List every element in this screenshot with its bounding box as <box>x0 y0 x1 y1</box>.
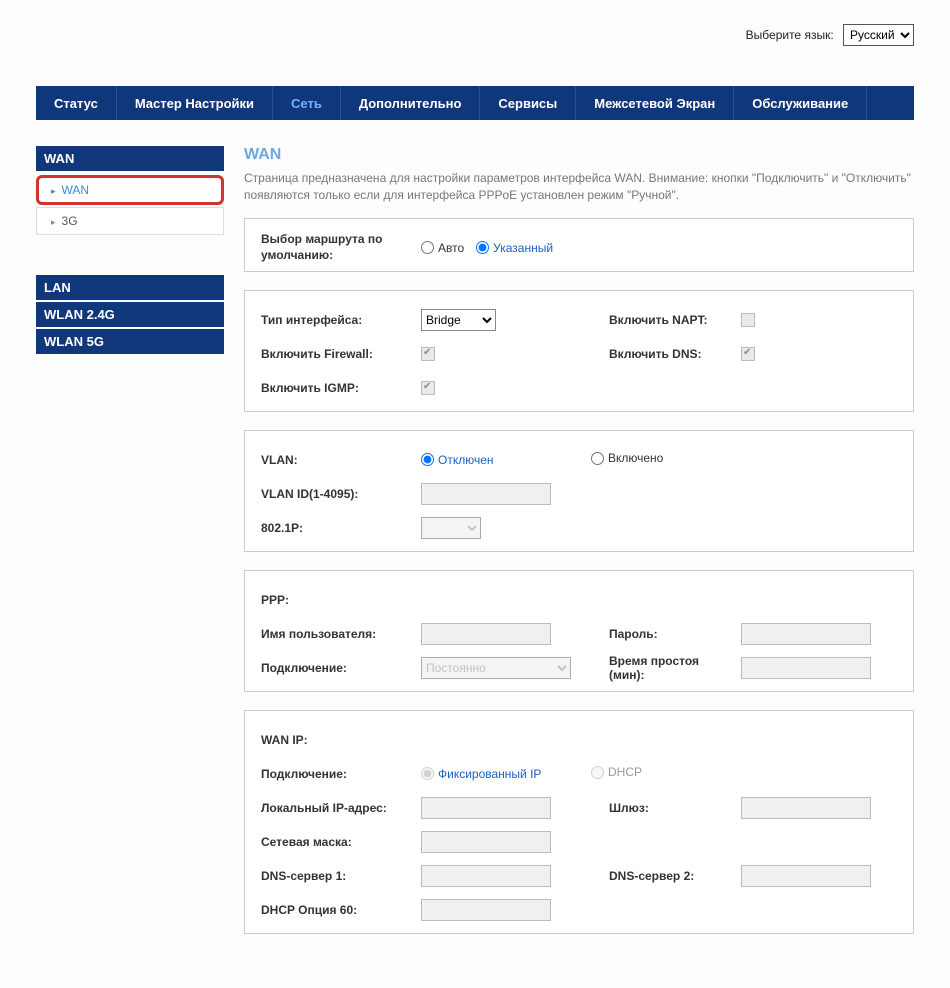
ppp-idle-label: Время простоя (мин): <box>591 654 741 682</box>
route-auto-option[interactable]: Авто <box>421 241 464 255</box>
sidebar-group-wan[interactable]: WAN <box>36 146 224 173</box>
napt-label: Включить NAPT: <box>591 313 741 327</box>
wanip-conn-label: Подключение: <box>261 767 421 781</box>
wanip-dns1-label: DNS-сервер 1: <box>261 869 421 883</box>
vlan-off-radio[interactable] <box>421 453 434 466</box>
route-auto-radio[interactable] <box>421 241 434 254</box>
ppp-conn-select: Постоянно <box>421 657 571 679</box>
wanip-dhcp60-label: DHCP Опция 60: <box>261 903 421 917</box>
default-route-label: Выбор маршрута по умолчанию: <box>261 232 421 263</box>
napt-checkbox <box>741 313 755 327</box>
wanip-dns1-input <box>421 865 551 887</box>
main-content: WAN Страница предназначена для настройки… <box>244 146 914 952</box>
sidebar-item-3g[interactable]: 3G <box>36 207 224 235</box>
wanip-gw-input <box>741 797 871 819</box>
route-specified-option[interactable]: Указанный <box>476 241 553 255</box>
sidebar-group-wlan24[interactable]: WLAN 2.4G <box>36 302 224 329</box>
sidebar-item-label: 3G <box>62 214 78 228</box>
wanip-mask-label: Сетевая маска: <box>261 835 421 849</box>
wanip-fixed-radio <box>421 767 434 780</box>
tab-status[interactable]: Статус <box>36 86 117 120</box>
iface-type-label: Тип интерфейса: <box>261 313 421 327</box>
panel-interface: Тип интерфейса: Bridge Включить NAPT: Вк… <box>244 290 914 412</box>
wanip-local-label: Локальный IP-адрес: <box>261 801 421 815</box>
ppp-pass-input <box>741 623 871 645</box>
sidebar-item-wan[interactable]: WAN <box>36 175 224 205</box>
firewall-label: Включить Firewall: <box>261 347 421 361</box>
igmp-checkbox <box>421 381 435 395</box>
p8021-label: 802.1P: <box>261 521 421 535</box>
ppp-user-label: Имя пользователя: <box>261 627 421 641</box>
vlan-label: VLAN: <box>261 453 421 467</box>
wanip-dns2-label: DNS-сервер 2: <box>591 869 741 883</box>
page-title: WAN <box>244 146 914 164</box>
tab-advanced[interactable]: Дополнительно <box>341 86 481 120</box>
tab-wizard[interactable]: Мастер Настройки <box>117 86 273 120</box>
ppp-user-input <box>421 623 551 645</box>
tab-firewall[interactable]: Межсетевой Экран <box>576 86 734 120</box>
language-select[interactable]: Русский <box>843 24 914 46</box>
wanip-header: WAN IP: <box>261 733 421 747</box>
vlan-id-label: VLAN ID(1-4095): <box>261 487 421 501</box>
ppp-label: PPP: <box>261 593 421 607</box>
vlan-on-option[interactable]: Включено <box>591 451 663 465</box>
dns-label: Включить DNS: <box>591 347 741 361</box>
vlan-off-option[interactable]: Отключен <box>421 453 494 467</box>
igmp-label: Включить IGMP: <box>261 381 421 395</box>
top-nav: Статус Мастер Настройки Сеть Дополнитель… <box>36 86 914 120</box>
firewall-checkbox <box>421 347 435 361</box>
tab-services[interactable]: Сервисы <box>480 86 576 120</box>
ppp-idle-input <box>741 657 871 679</box>
page-description: Страница предназначена для настройки пар… <box>244 170 914 204</box>
vlan-on-radio[interactable] <box>591 452 604 465</box>
wanip-fixed-option: Фиксированный IP <box>421 767 541 781</box>
ppp-conn-label: Подключение: <box>261 661 421 675</box>
route-specified-radio[interactable] <box>476 241 489 254</box>
language-bar: Выберите язык: Русский <box>36 24 914 46</box>
panel-vlan: VLAN: Отключен Включено VLAN ID(1-4095): <box>244 430 914 552</box>
panel-default-route: Выбор маршрута по умолчанию: Авто Указан… <box>244 218 914 272</box>
wanip-dhcp-radio <box>591 766 604 779</box>
sidebar-group-lan[interactable]: LAN <box>36 275 224 302</box>
wanip-dhcp60-input <box>421 899 551 921</box>
wanip-local-input <box>421 797 551 819</box>
wanip-dns2-input <box>741 865 871 887</box>
wanip-dhcp-option: DHCP <box>591 765 642 779</box>
sidebar: WAN WAN 3G LAN WLAN 2.4G WLAN 5G <box>36 146 224 952</box>
tab-network[interactable]: Сеть <box>273 86 341 120</box>
iface-type-select[interactable]: Bridge <box>421 309 496 331</box>
wanip-mask-input <box>421 831 551 853</box>
panel-wanip: WAN IP: Подключение: Фиксированный IP DH… <box>244 710 914 934</box>
panel-ppp: PPP: Имя пользователя: Пароль: Подключен… <box>244 570 914 692</box>
wanip-gw-label: Шлюз: <box>591 801 741 815</box>
sidebar-group-wlan5[interactable]: WLAN 5G <box>36 329 224 356</box>
sidebar-item-label: WAN <box>62 183 90 197</box>
ppp-pass-label: Пароль: <box>591 627 741 641</box>
p8021-select <box>421 517 481 539</box>
vlan-id-input <box>421 483 551 505</box>
tab-maintenance[interactable]: Обслуживание <box>734 86 867 120</box>
language-label: Выберите язык: <box>746 28 834 42</box>
dns-checkbox <box>741 347 755 361</box>
